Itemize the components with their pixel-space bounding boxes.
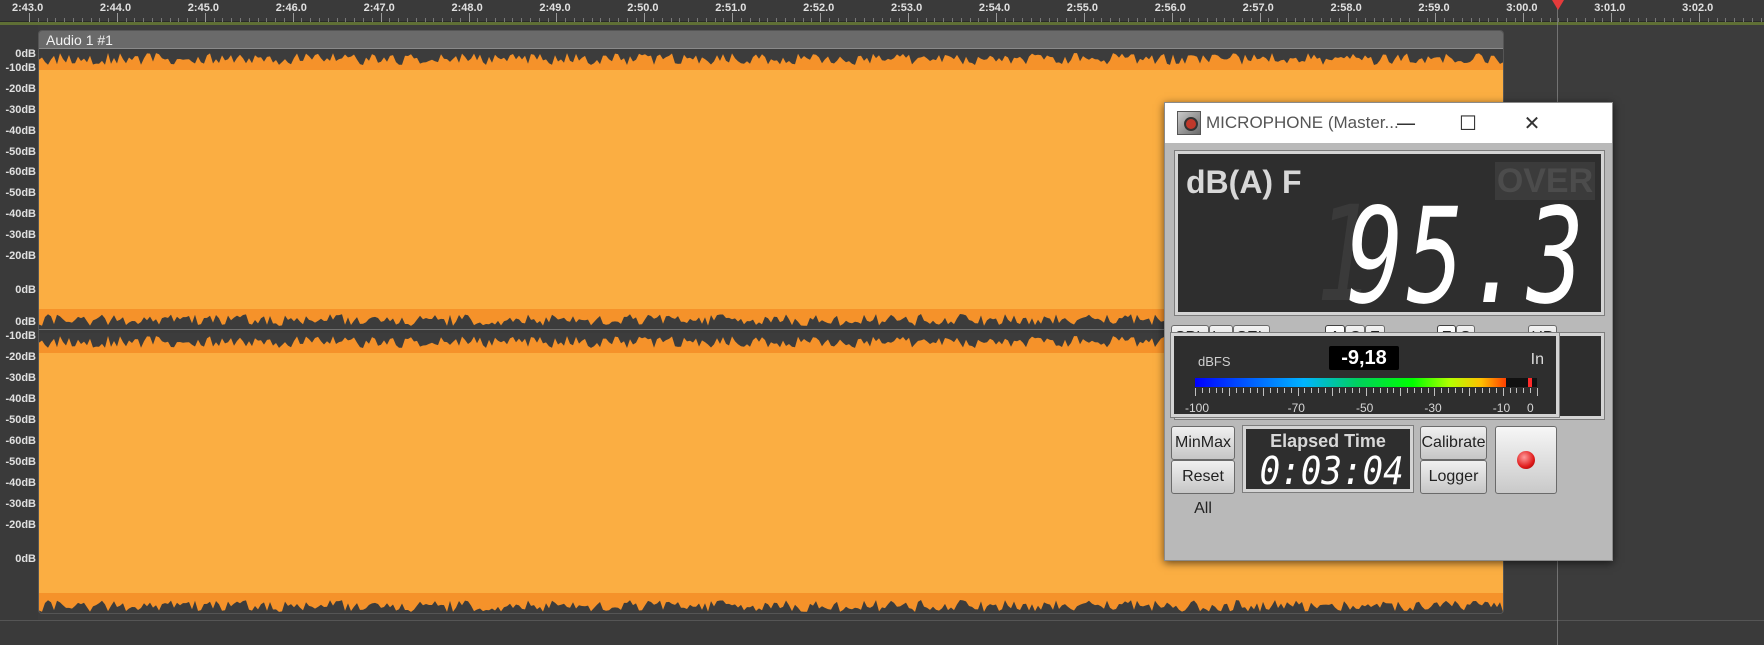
timeline-tick-label: 2:55.0 <box>1066 2 1098 14</box>
timeline-tick-label: 2:47.0 <box>363 2 395 14</box>
timeline-tick-label: 2:52.0 <box>803 2 835 14</box>
horizontal-scrollbar[interactable] <box>0 620 1764 645</box>
calibrate-button[interactable]: Calibrate <box>1420 426 1487 460</box>
db-scale-label: -20dB <box>5 250 36 262</box>
logger-button[interactable]: Logger <box>1420 460 1487 494</box>
clip-header[interactable]: Audio 1 #1 <box>39 31 1503 49</box>
db-scale-label: -30dB <box>5 372 36 384</box>
db-scale-label: -30dB <box>5 229 36 241</box>
db-scale-label: -20dB <box>5 519 36 531</box>
db-scale-label: 0dB <box>15 316 36 328</box>
timeline-tick-label: 2:53.0 <box>891 2 923 14</box>
input-label: In <box>1530 351 1544 368</box>
playhead-marker[interactable] <box>1552 0 1564 10</box>
dbfs-label: dBFS <box>1198 354 1231 369</box>
level-scale-label: -10 <box>1492 401 1511 415</box>
db-scale-label: -10dB <box>5 62 36 74</box>
timeline-tick-label: 3:02.0 <box>1682 2 1714 14</box>
db-scale: 0dB -10dB -20dB -30dB -40dB -50dB -60dB -50dB -4… <box>0 25 38 620</box>
timeline-tick-label: 2:45.0 <box>187 2 219 14</box>
db-scale-label: -30dB <box>5 104 36 116</box>
spl-meter-window[interactable]: MICROPHONE (Master... — ☐ ✕ dB(A) F OVER… <box>1164 102 1613 561</box>
level-value: -9,18 <box>1329 346 1399 370</box>
clip-title: Audio 1 #1 <box>46 32 113 48</box>
timeline-tick-label: 2:48.0 <box>451 2 483 14</box>
timeline-tick-label: 2:51.0 <box>715 2 747 14</box>
timeline-tick-label: 3:01.0 <box>1594 2 1626 14</box>
timeline-tick-label: 2:58.0 <box>1330 2 1362 14</box>
window-title: MICROPHONE (Master... <box>1206 113 1399 132</box>
spl-value: 95.3 <box>1346 180 1587 334</box>
timeline-rail[interactable] <box>0 22 1764 25</box>
level-meter: dBFS -9,18 In -100 -70 -50 -30 -10 0 <box>1170 332 1560 418</box>
db-scale-label: -20dB <box>5 351 36 363</box>
db-scale-label: 0dB <box>15 284 36 296</box>
timeline-tick-label: 2:49.0 <box>539 2 571 14</box>
db-scale-label: -40dB <box>5 393 36 405</box>
record-dot-icon <box>1517 451 1535 469</box>
level-scale-label: -30 <box>1424 401 1442 415</box>
timeline-tick-label: 2:59.0 <box>1418 2 1450 14</box>
timeline-tick-label: 3:00.0 <box>1506 2 1538 14</box>
elapsed-time-value: 0:03:04 <box>1259 449 1404 493</box>
timeline-tick-label: 2:50.0 <box>627 2 659 14</box>
reset-all-button[interactable]: Reset All <box>1171 460 1235 517</box>
timeline-tick-label: 2:56.0 <box>1154 2 1186 14</box>
maximize-icon[interactable]: ☐ <box>1438 103 1498 143</box>
close-icon[interactable]: ✕ <box>1502 103 1562 143</box>
minimize-icon[interactable]: — <box>1376 103 1436 143</box>
timeline-tick-label: 2:43.0 <box>12 2 44 14</box>
db-scale-label: -10dB <box>5 330 36 342</box>
db-scale-label: -50dB <box>5 187 36 199</box>
level-scale-label: -70 <box>1287 401 1305 415</box>
timeline-tick-label: 2:44.0 <box>99 2 132 14</box>
audio-editor: 2:43.0 2:44.0 2:45.0 2:46.0 2:47.0 2:48.0 2:49… <box>0 0 1764 645</box>
db-scale-label: -40dB <box>5 477 36 489</box>
minmax-button[interactable]: MinMax <box>1171 426 1235 460</box>
timeline-tick-label: 2:46.0 <box>275 2 307 14</box>
record-button[interactable] <box>1495 426 1557 494</box>
db-scale-label: -20dB <box>5 83 36 95</box>
db-scale-label: -60dB <box>5 435 36 447</box>
level-scale-label: 0 <box>1527 401 1534 415</box>
timeline-tick-label: 2:57.0 <box>1242 2 1274 14</box>
peak-marker <box>1527 378 1532 387</box>
db-scale-label: -50dB <box>5 146 36 158</box>
timeline-ruler[interactable]: 2:43.0 2:44.0 2:45.0 2:46.0 2:47.0 2:48.0 2:49… <box>0 0 1764 22</box>
db-scale-label: 0dB <box>15 553 36 565</box>
level-bar-track <box>1195 378 1537 387</box>
db-scale-label: -40dB <box>5 208 36 220</box>
window-titlebar[interactable]: MICROPHONE (Master... — ☐ ✕ <box>1165 103 1612 143</box>
weighting-label: dB(A) F <box>1186 164 1302 200</box>
db-scale-label: 0dB <box>15 48 36 60</box>
level-scale-ticks <box>1195 388 1538 398</box>
elapsed-time-display: Elapsed Time 0:03:04 <box>1242 425 1414 493</box>
db-scale-label: -30dB <box>5 498 36 510</box>
db-scale-label: -50dB <box>5 456 36 468</box>
timeline-tick-label: 2:54.0 <box>978 2 1011 14</box>
db-scale-label: -60dB <box>5 166 36 178</box>
db-scale-label: -40dB <box>5 125 36 137</box>
level-scale-label: -50 <box>1356 401 1374 415</box>
app-icon <box>1177 111 1201 135</box>
db-scale-label: -50dB <box>5 414 36 426</box>
level-bar-fill <box>1195 378 1506 387</box>
level-scale-label: -100 <box>1185 401 1210 415</box>
spl-display: dB(A) F OVER 1 95.3 <box>1174 150 1605 334</box>
